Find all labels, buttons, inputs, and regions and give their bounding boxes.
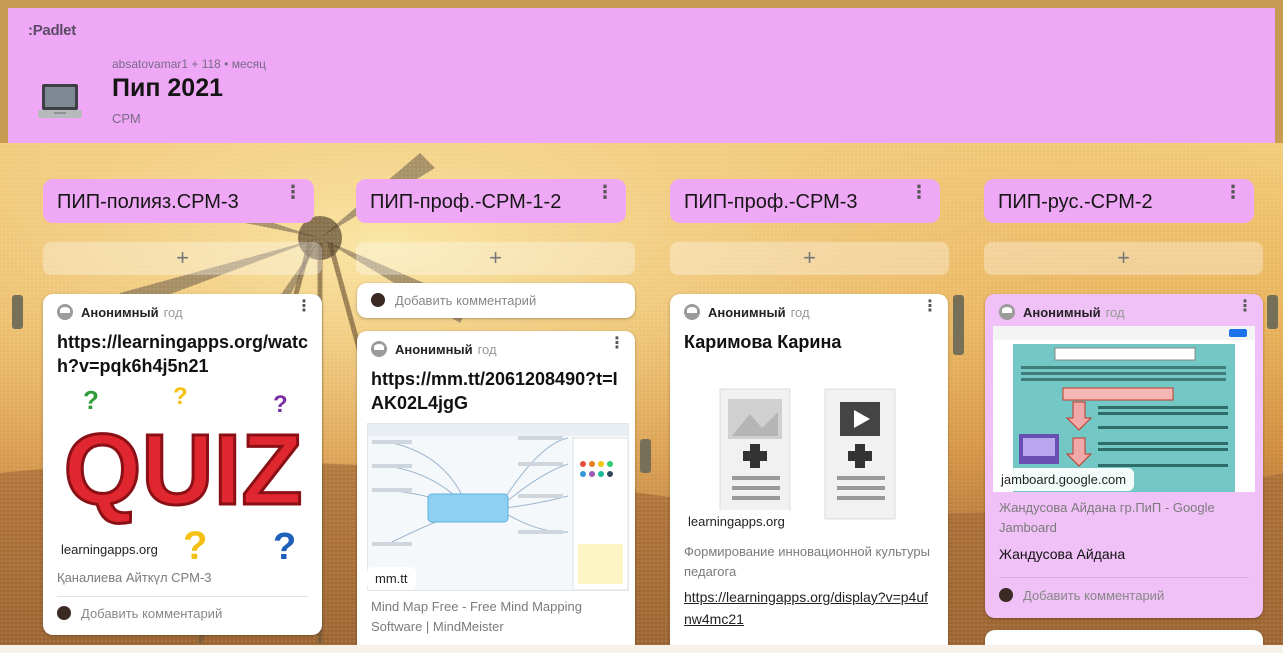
add-post-button[interactable]: + [984,242,1263,275]
column-title: ПИП-рус.-СРМ-2 [998,191,1153,213]
user-avatar-icon [999,588,1013,602]
column-header-2[interactable]: ПИП-проф.-СРМ-1-2 ⋮ [356,179,626,223]
post-author: Анонимный год [684,304,810,320]
post-author: Анонимный год [371,341,497,357]
laptop-icon [38,84,82,118]
post-caption: Mind Map Free - Free Mind Mapping Softwa… [371,599,582,634]
post-menu-icon[interactable]: ⋮ [609,336,625,352]
post-card[interactable]: Анонимный год ⋮ jamboard.google.com Жанд… [985,294,1263,618]
column-header-1[interactable]: ПИП-полияз.СРМ-3 ⋮ [43,179,314,223]
post-title: Каримова Карина [684,332,842,352]
add-comment[interactable]: Добавить комментарий [371,293,536,308]
svg-text:?: ? [173,384,188,410]
post-title: https://learningapps.org/watch?v=pqk6h4j… [57,332,309,376]
more-options-icon[interactable]: ⋮ [910,183,928,201]
anonymous-avatar-icon [999,304,1015,320]
post-menu-icon[interactable]: ⋮ [296,299,312,315]
column-title: ПИП-проф.-СРМ-1-2 [370,191,562,213]
bottom-bar [0,645,1283,653]
post-card[interactable]: Анонимный год ⋮ https://learningapps.org/… [43,294,322,635]
add-comment[interactable]: Добавить комментарий [999,588,1164,603]
scroll-handle[interactable] [953,295,964,355]
board-wall: ПИП-полияз.СРМ-3 ⋮ ПИП-проф.-СРМ-1-2 ⋮ П… [0,143,1283,653]
quiz-image[interactable]: QUIZ ? ? ? ? ? [53,383,312,568]
svg-text:?: ? [273,391,288,418]
divider [57,596,308,597]
mindmap-illustration [368,424,629,591]
add-post-button[interactable]: + [43,242,322,275]
scroll-handle[interactable] [1267,295,1278,329]
add-comment[interactable]: Добавить комментарий [57,606,222,621]
divider [999,577,1249,578]
user-avatar-icon [371,293,385,307]
column-title: ПИП-полияз.СРМ-3 [57,191,239,213]
post-caption: Формирование инновационной культуры педа… [684,544,930,579]
more-options-icon[interactable]: ⋮ [284,183,302,201]
post-caption: Қаналиева Айткүл СРМ-3 [57,570,212,585]
post-body: Жандусова Айдана [999,546,1126,562]
anonymous-avatar-icon [684,304,700,320]
column-header-3[interactable]: ПИП-проф.-СРМ-3 ⋮ [670,179,940,223]
anonymous-avatar-icon [371,341,387,357]
column-header-4[interactable]: ПИП-рус.-СРМ-2 ⋮ [984,179,1254,223]
board-title: Пип 2021 [112,74,223,102]
add-post-button[interactable]: + [670,242,949,275]
post-link[interactable]: https://learningapps.org/display?v=p4ufn… [684,586,934,630]
post-card[interactable]: Анонимный год ⋮ Каримова Карина learninga… [670,294,948,653]
link-domain: mm.tt [367,567,416,590]
post-caption: Жандусова Айдана гр.ПиП - Google Jamboar… [999,500,1215,535]
more-options-icon[interactable]: ⋮ [596,183,614,201]
scroll-handle[interactable] [12,295,23,329]
post-menu-icon[interactable]: ⋮ [922,299,938,315]
svg-text:?: ? [183,524,207,562]
post-card[interactable]: Анонимный год ⋮ https://mm.tt/2061208490?… [357,331,635,653]
svg-text:?: ? [273,526,296,562]
svg-text:?: ? [83,385,99,415]
link-domain: learningapps.org [53,538,166,561]
padlet-logo[interactable]: :Padlet [28,22,76,39]
board-header: :Padlet absatovamar1 + 118 • месяц Пип 2… [8,8,1275,143]
link-domain: jamboard.google.com [993,468,1135,491]
board-subtitle: СРМ [112,111,141,126]
column-title: ПИП-проф.-СРМ-3 [684,191,858,213]
post-menu-icon[interactable]: ⋮ [1237,299,1253,315]
quiz-illustration: QUIZ ? ? ? ? ? [62,383,304,568]
post-title: https://mm.tt/2061208490?t=IAK02L4jgG [371,369,618,413]
link-domain: learningapps.org [680,510,793,533]
post-author: Анонимный год [999,304,1125,320]
mindmap-preview[interactable] [367,423,629,591]
quiz-text: QUIZ [64,414,303,526]
user-avatar-icon [57,606,71,620]
board-meta: absatovamar1 + 118 • месяц [112,57,267,71]
anonymous-avatar-icon [57,304,73,320]
post-author: Анонимный год [57,304,183,320]
scroll-handle[interactable] [640,439,651,473]
add-post-button[interactable]: + [356,242,635,275]
post-card-partial[interactable]: Добавить комментарий [357,283,635,318]
more-options-icon[interactable]: ⋮ [1224,183,1242,201]
